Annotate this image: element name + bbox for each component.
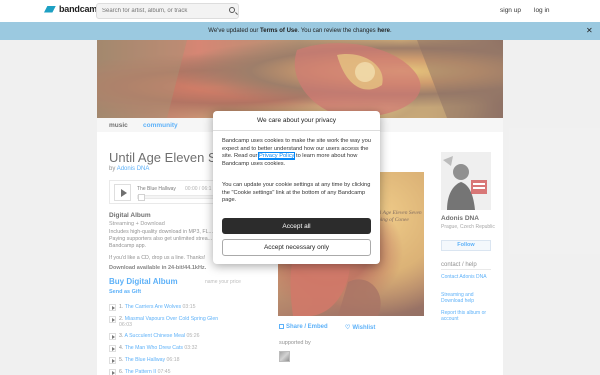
dialog-title: We care about your privacy [213, 111, 380, 131]
search-input[interactable] [96, 3, 239, 19]
notice-text-end: . [390, 28, 392, 34]
cookie-consent-dialog: We care about your privacy Bandcamp uses… [213, 111, 380, 264]
top-bar: bandcamp sign up log in [0, 0, 600, 22]
bandcamp-logo[interactable]: bandcamp [44, 4, 103, 14]
bandcamp-logo-icon [44, 5, 56, 13]
log-in-link[interactable]: log in [534, 7, 550, 14]
cookie-settings-note: You can update your cookie settings at a… [222, 182, 371, 204]
privacy-policy-link[interactable]: Privacy Policy [257, 152, 296, 161]
cookie-description: Bandcamp uses cookies to make the site w… [222, 138, 374, 168]
accept-all-button[interactable]: Accept all [222, 218, 371, 234]
notice-text: We've updated our [208, 28, 261, 34]
terms-of-use-link[interactable]: Terms of Use [260, 28, 298, 34]
notice-here-link[interactable]: here [377, 28, 390, 34]
close-icon[interactable]: ✕ [586, 27, 593, 35]
accept-necessary-button[interactable]: Accept necessary only [222, 239, 371, 256]
notice-text-middle: . You can review the changes [297, 28, 378, 34]
terms-notice-banner: We've updated our Terms of Use. You can … [0, 22, 600, 40]
search-icon[interactable] [229, 7, 235, 13]
sign-up-link[interactable]: sign up [500, 7, 521, 14]
